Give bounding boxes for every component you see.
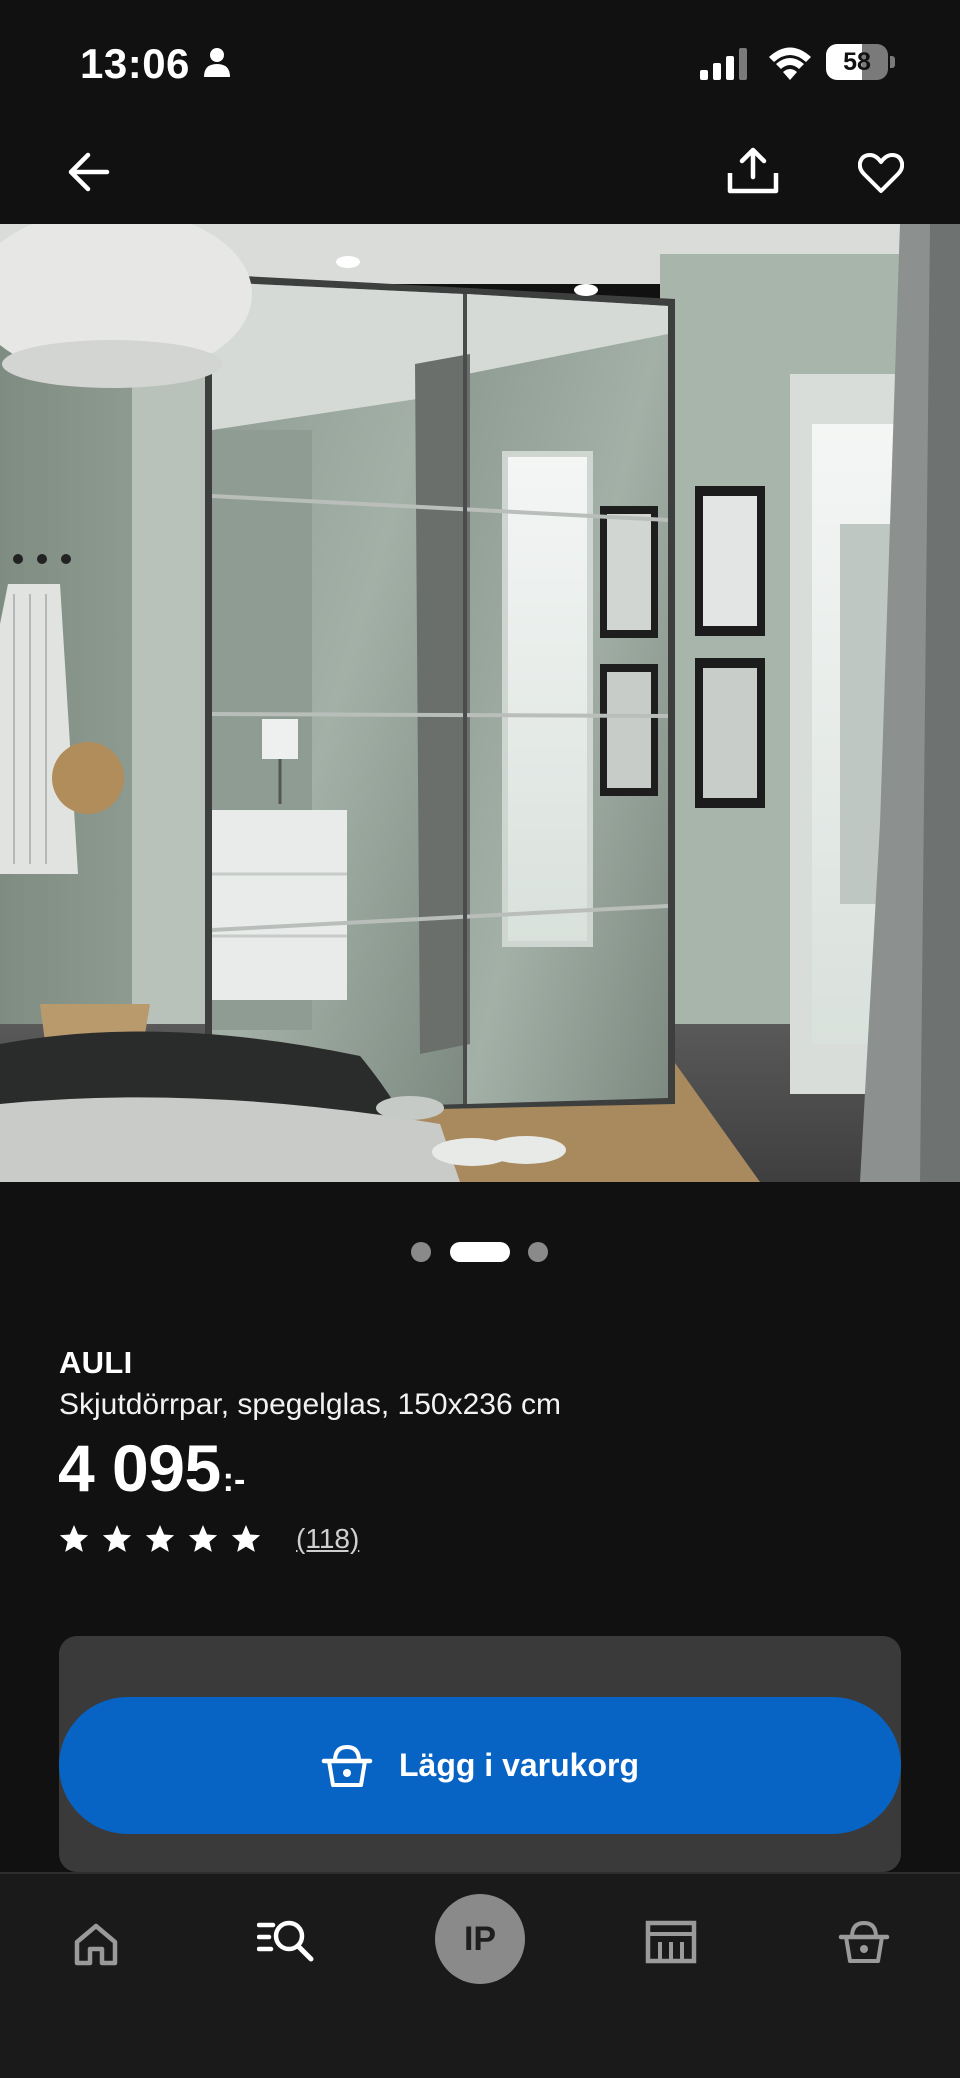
share-icon <box>727 147 779 194</box>
home-icon <box>74 1923 118 1966</box>
share-button[interactable] <box>718 136 788 206</box>
favorite-button[interactable] <box>846 138 916 208</box>
top-app-bar <box>0 126 960 224</box>
person-icon <box>204 48 230 77</box>
back-button[interactable] <box>56 140 120 204</box>
price-integer: 4 095 <box>58 1431 221 1505</box>
product-rating[interactable]: (118) <box>58 1520 359 1558</box>
wifi-icon <box>769 47 811 80</box>
heart-icon <box>858 153 904 193</box>
cart-icon <box>838 1920 890 1963</box>
status-time: 13:06 <box>80 40 190 87</box>
product-price: 4 095 :- <box>58 1428 245 1520</box>
product-image[interactable] <box>0 224 960 1182</box>
nav-stores[interactable] <box>640 1912 702 1972</box>
store-icon <box>645 1920 697 1964</box>
star-icon <box>102 1525 132 1552</box>
nav-home[interactable] <box>66 1914 126 1974</box>
carousel-dot-2-active[interactable] <box>450 1242 510 1262</box>
product-name: AULI <box>59 1345 133 1380</box>
star-icon <box>59 1525 89 1552</box>
status-bar: 13:06 58 <box>0 0 960 126</box>
price-suffix: :- <box>222 1461 246 1499</box>
product-photo-illustration <box>0 224 960 1182</box>
star-icon <box>145 1525 175 1552</box>
image-carousel-indicator <box>0 1240 960 1264</box>
nav-search[interactable] <box>254 1908 318 1972</box>
nav-profile-avatar[interactable]: IP <box>435 1894 525 1984</box>
star-icon <box>231 1525 261 1552</box>
search-list-icon <box>257 1920 314 1962</box>
nav-cart[interactable] <box>836 1912 892 1972</box>
battery-indicator: 58 <box>826 44 896 80</box>
battery-level: 58 <box>843 48 871 76</box>
review-count-link[interactable]: (118) <box>296 1523 359 1555</box>
product-page: 13:06 58 AULI Skjutdörrpar, spegelglas, … <box>0 0 960 2078</box>
add-to-cart-label: Lägg i varukorg <box>398 1747 640 1783</box>
profile-initials: IP <box>463 1919 497 1958</box>
bottom-navigation: IP <box>0 1872 960 2078</box>
arrow-left-icon <box>68 152 110 192</box>
carousel-dot-3[interactable] <box>528 1242 548 1262</box>
star-icon <box>188 1525 218 1552</box>
add-to-cart-button[interactable]: Lägg i varukorg <box>59 1697 901 1834</box>
carousel-dot-1[interactable] <box>411 1242 431 1262</box>
cellular-signal-icon <box>700 48 747 80</box>
product-description: Skjutdörrpar, spegelglas, 150x236 cm <box>59 1388 561 1421</box>
shopping-basket-icon <box>321 1744 373 1787</box>
